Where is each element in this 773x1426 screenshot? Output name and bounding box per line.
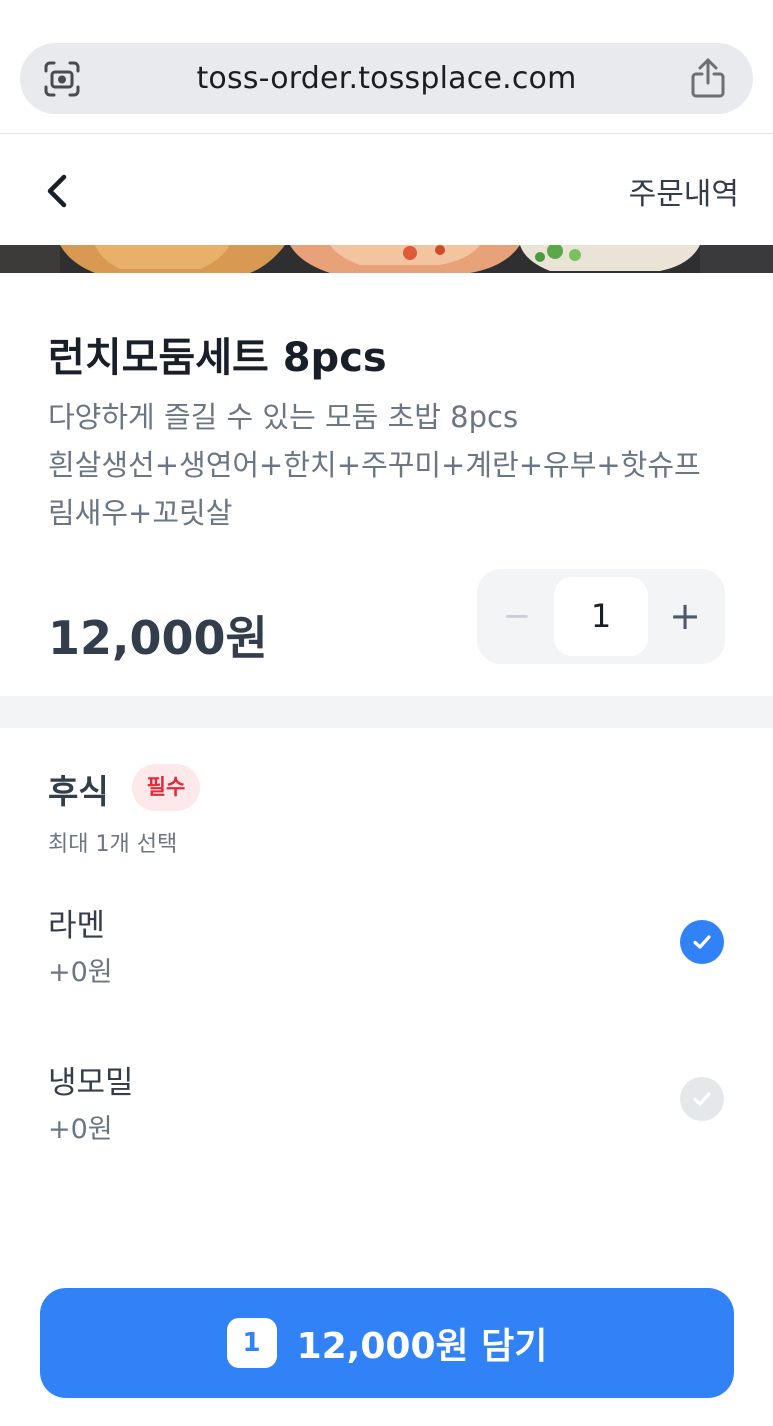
check-circle-icon[interactable]	[680, 1077, 724, 1121]
checkmark-icon	[693, 1092, 711, 1106]
product-title: 런치모둠세트 8pcs	[48, 335, 387, 381]
section-divider	[0, 696, 773, 728]
option-price: +0원	[48, 1114, 113, 1145]
product-description-line: 다양하게 즐길 수 있는 모둠 초밥 8pcs	[48, 400, 519, 434]
page-header: 주문내역	[0, 135, 773, 245]
check-circle-icon[interactable]	[680, 920, 724, 964]
option-item-naengmomil[interactable]: 냉모밀 +0원	[0, 1057, 773, 1167]
page: toss-order.tossplace.com 주문내역 런치모둠세트 8pc…	[0, 0, 773, 1426]
option-price: +0원	[48, 957, 113, 988]
quantity-stepper: − 1 +	[477, 569, 725, 664]
decrease-quantity-button[interactable]: −	[497, 591, 537, 641]
increase-quantity-button[interactable]: +	[665, 591, 705, 641]
product-description: 다양하게 즐길 수 있는 모둠 초밥 8pcs 흰살생선+생연어+한치+주꾸미+…	[48, 393, 738, 537]
browser-bar: toss-order.tossplace.com	[0, 0, 773, 134]
product-price: 12,000원	[48, 611, 268, 665]
option-item-ramen[interactable]: 라멘 +0원	[0, 900, 773, 1010]
add-to-cart-button[interactable]: 1 12,000원 담기	[40, 1288, 734, 1398]
url-text[interactable]: toss-order.tossplace.com	[196, 61, 576, 96]
required-badge: 필수	[132, 764, 200, 811]
checkmark-icon	[693, 935, 711, 949]
order-history-link[interactable]: 주문내역	[629, 169, 739, 213]
chevron-left-icon[interactable]	[36, 169, 80, 213]
option-name: 라멘	[48, 908, 106, 944]
address-bar[interactable]: toss-order.tossplace.com	[20, 43, 753, 114]
screen-capture-icon[interactable]	[43, 60, 81, 98]
share-icon[interactable]	[690, 57, 726, 99]
cart-count-badge: 1	[226, 1318, 277, 1368]
product-image	[0, 245, 773, 273]
option-group-subtitle: 최대 1개 선택	[48, 832, 178, 857]
option-group-title: 후식	[48, 772, 109, 811]
product-description-line: 림새우+꼬릿살	[48, 496, 233, 530]
option-name: 냉모밀	[48, 1065, 134, 1101]
product-description-line: 흰살생선+생연어+한치+주꾸미+계란+유부+핫슈프	[48, 448, 701, 482]
add-to-cart-label: 12,000원 담기	[296, 1326, 548, 1367]
quantity-value[interactable]: 1	[554, 577, 648, 656]
